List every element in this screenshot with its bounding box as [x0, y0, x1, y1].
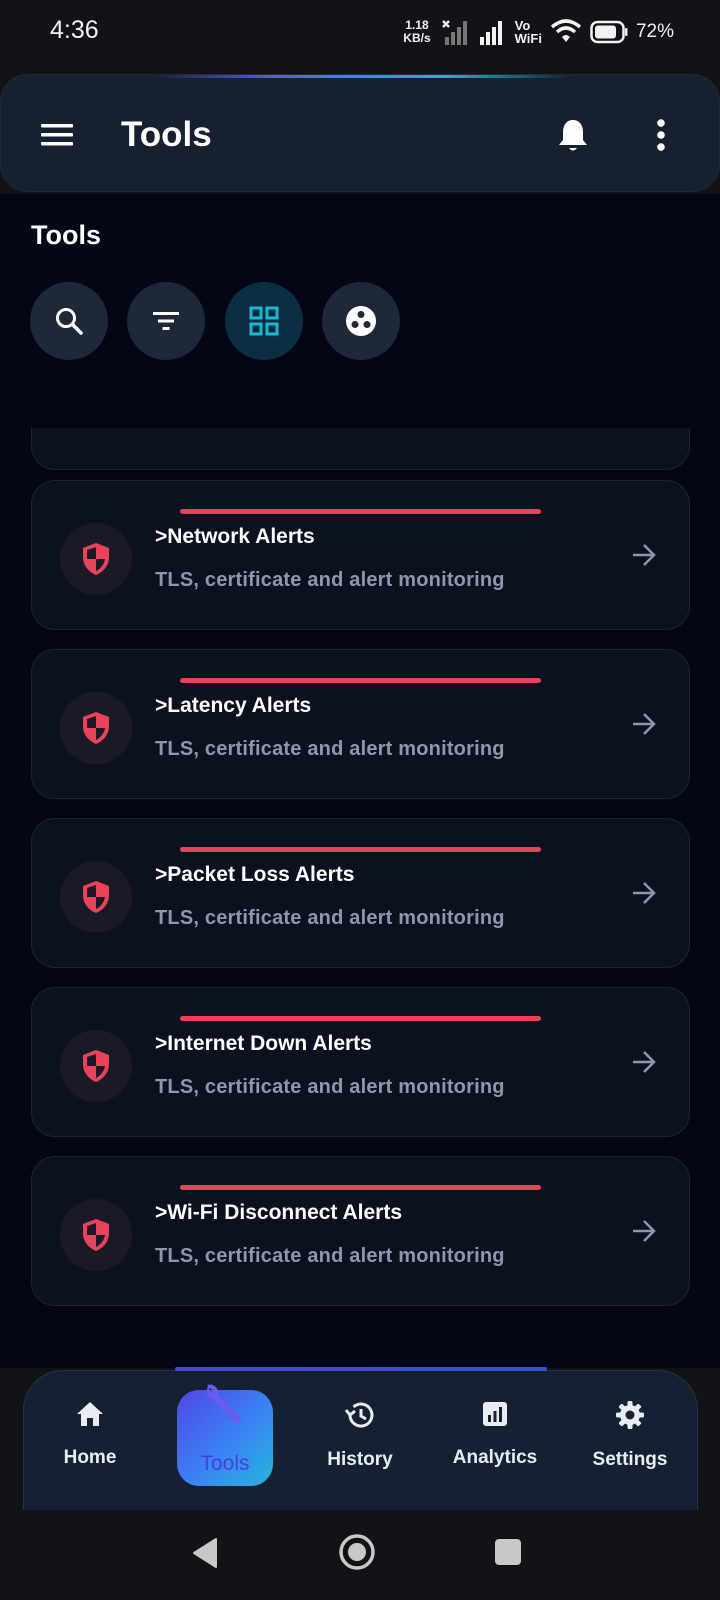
wifi-icon — [550, 19, 582, 42]
home-circle-icon[interactable] — [338, 1533, 376, 1571]
shield-icon — [60, 861, 132, 933]
alert-title: >Latency Alerts — [155, 694, 312, 717]
alert-subtitle: TLS, certificate and alert monitoring — [155, 907, 505, 929]
home-icon — [77, 1402, 103, 1426]
app-bar-accent — [151, 75, 571, 78]
shield-icon — [60, 523, 132, 595]
vowifi-bottom: WiFi — [514, 31, 542, 46]
app-bar-container: Tools — [0, 66, 720, 194]
shield-icon — [60, 1199, 132, 1271]
status-icons: 1.18 KB/s Vo WiFi 72% — [403, 14, 674, 50]
section-title: Tools — [31, 220, 101, 250]
alert-card[interactable]: >Packet Loss Alerts TLS, certificate and… — [31, 818, 690, 968]
filter-button[interactable] — [127, 282, 205, 360]
alerts-list[interactable]: >Network Alerts TLS, certificate and ale… — [0, 428, 720, 1368]
search-icon — [56, 308, 83, 335]
nav-history-label: History — [327, 1449, 393, 1470]
arrow-right-icon — [633, 1220, 656, 1242]
bubbles-icon — [346, 306, 376, 336]
alert-subtitle: TLS, certificate and alert monitoring — [155, 569, 505, 591]
menu-icon[interactable] — [37, 115, 77, 155]
battery-percent: 72% — [635, 21, 674, 42]
card-accent-bar — [180, 847, 541, 852]
page-title: Tools — [121, 115, 212, 154]
alert-title: >Network Alerts — [155, 525, 315, 548]
bottom-nav-accent — [175, 1367, 547, 1371]
grid-view-button[interactable] — [225, 282, 303, 360]
alert-card[interactable]: >Wi-Fi Disconnect Alerts TLS, certificat… — [31, 1156, 690, 1306]
arrow-right-icon — [633, 713, 656, 735]
system-nav-bar — [0, 1510, 720, 1600]
recents-icon[interactable] — [494, 1538, 522, 1566]
nav-analytics-label: Analytics — [452, 1447, 538, 1468]
status-time: 4:36 — [50, 16, 99, 44]
arrow-right-icon — [633, 1051, 656, 1073]
nav-settings-label: Settings — [592, 1449, 668, 1470]
nav-history[interactable]: History — [300, 1400, 420, 1471]
arrow-right-icon — [633, 882, 656, 904]
status-bar: 4:36 1.18 KB/s Vo WiFi 72% — [0, 0, 720, 66]
bubbles-button[interactable] — [322, 282, 400, 360]
card-accent-bar — [180, 678, 541, 683]
battery-icon — [590, 20, 628, 44]
alert-subtitle: TLS, certificate and alert monitoring — [155, 1245, 505, 1267]
back-icon[interactable] — [190, 1536, 220, 1570]
nav-settings[interactable]: Settings — [570, 1400, 690, 1471]
network-speed: 1.18 KB/s — [403, 19, 430, 45]
bell-icon[interactable] — [553, 115, 593, 155]
vowifi-icon: Vo WiFi — [515, 19, 542, 45]
wrench-icon — [206, 1384, 241, 1423]
alert-card[interactable]: >Internet Down Alerts TLS, certificate a… — [31, 987, 690, 1137]
nav-analytics[interactable]: Analytics — [435, 1400, 555, 1469]
shield-icon — [60, 692, 132, 764]
app-bar: Tools — [0, 74, 720, 192]
signal-icon — [479, 21, 502, 45]
alert-card[interactable]: >Latency Alerts TLS, certificate and ale… — [31, 649, 690, 799]
nav-home[interactable]: Home — [30, 1400, 150, 1469]
alert-title: >Packet Loss Alerts — [155, 863, 355, 886]
speed-unit: KB/s — [403, 31, 431, 45]
nav-home-label: Home — [63, 1447, 117, 1468]
card-accent-bar — [180, 509, 541, 514]
shield-icon — [60, 1030, 132, 1102]
arrow-right-icon — [633, 544, 656, 566]
alert-title: >Internet Down Alerts — [155, 1032, 372, 1055]
nav-tools-label: Tools — [200, 1452, 250, 1475]
alert-card[interactable]: >Network Alerts TLS, certificate and ale… — [31, 480, 690, 630]
search-button[interactable] — [30, 282, 108, 360]
card-accent-bar — [180, 1185, 541, 1190]
gear-icon — [616, 1401, 644, 1429]
alert-subtitle: TLS, certificate and alert monitoring — [155, 1076, 505, 1098]
alert-subtitle: TLS, certificate and alert monitoring — [155, 738, 505, 760]
card-accent-bar — [180, 1016, 541, 1021]
filter-icon — [153, 312, 179, 330]
alert-title: >Wi-Fi Disconnect Alerts — [155, 1201, 402, 1224]
signal-x-icon — [441, 20, 467, 45]
grid-icon — [249, 306, 279, 336]
more-vert-icon[interactable] — [641, 115, 681, 155]
analytics-icon — [483, 1402, 507, 1426]
list-item-partial[interactable] — [31, 428, 690, 470]
history-icon — [344, 1402, 374, 1428]
